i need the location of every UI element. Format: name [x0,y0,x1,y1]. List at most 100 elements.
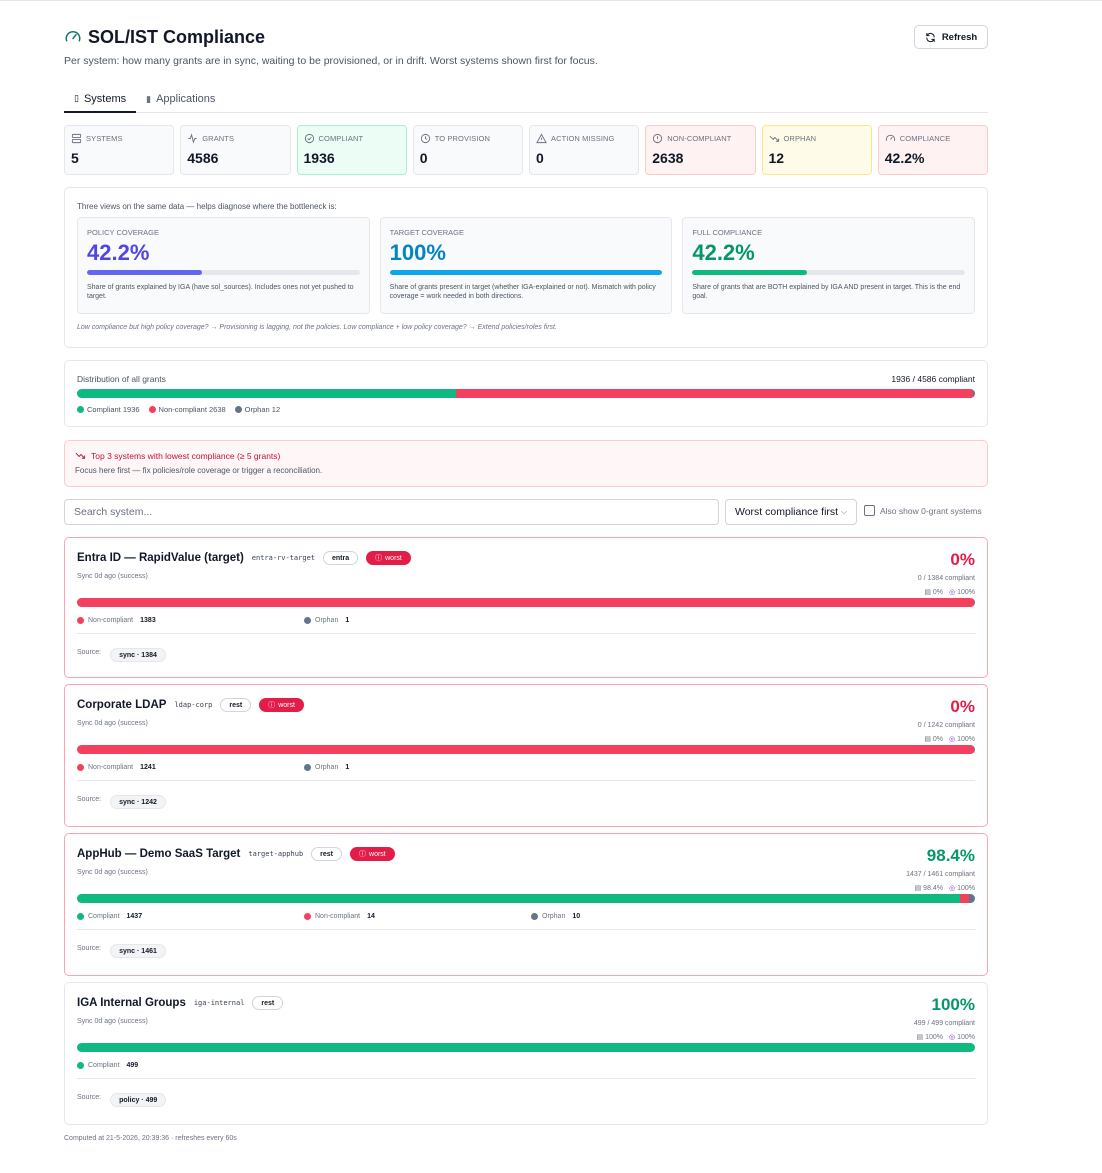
coverage-breakdown: ▤ 0% ◎ 100% [924,735,975,743]
legend-value: 10 [572,912,581,920]
clipboard-icon: ▤ [914,885,922,892]
tab-systems[interactable]: ▯ Systems [64,86,137,113]
divider [77,1078,975,1079]
system-code: ldap-corp [174,701,213,709]
system-compliance-pct: 98.4% [926,846,975,865]
alert-circle-icon: ⓘ [268,702,276,709]
compliant-dot [77,912,84,920]
alert-triangle-icon [536,133,547,144]
compliant-segment [77,1043,975,1052]
worst-label: worst [369,850,386,858]
show-zero-grant-toggle[interactable]: Also show 0-grant systems [864,505,982,516]
source-label: Source: [77,796,102,803]
stat-non-compliant: NON-COMPLIANT 2638 [645,125,756,175]
legend-value: 14 [367,912,375,920]
policy-coverage: ▤ 98.4% [915,884,943,892]
card-description: Share of grants explained by IGA (have s… [87,284,354,301]
system-card[interactable]: AppHub — Demo SaaS Target target-apphub … [64,833,988,976]
refresh-button[interactable]: Refresh [914,25,988,49]
stat-value: 12 [768,150,785,166]
computed-at-footer: Computed at 21-5-2026, 20:39:36 · refres… [64,1135,237,1142]
source-pill: sync · 1461 [110,944,166,958]
compliant-segment [77,894,961,903]
target-coverage: ◎ 100% [949,1033,975,1041]
tab-applications[interactable]: ▮ Applications [136,86,225,112]
legend-label: Compliant [88,912,120,920]
stat-systems: SYSTEMS 5 [64,125,175,175]
target-coverage: ◎ 100% [949,884,975,892]
worst-badge: ⓘ worst [366,551,411,565]
lowest-compliance-warning: Top 3 systems with lowest compliance (≥ … [64,440,988,487]
orphan-dot [234,406,242,413]
view-tabs: ▯ Systems ▮ Applications [64,86,988,113]
show-zero-grant-checkbox[interactable] [864,505,875,516]
stat-action-missing: ACTION MISSING 0 [529,125,640,175]
refresh-label: Refresh [941,31,978,43]
book-icon: ▮ [146,93,152,104]
system-code: target-apphub [248,850,304,858]
system-bar [77,894,975,903]
search-input[interactable] [64,499,719,525]
non-compliant-segment [960,894,969,903]
stat-compliance: COMPLIANCE 42.2% [877,125,988,175]
system-card[interactable]: IGA Internal Groups iga-internal rest Sy… [64,982,988,1125]
card-bar [87,270,360,275]
target-icon: ◎ [949,589,956,596]
card-value: 42.2% [87,240,150,265]
card-bar-fill [692,270,808,275]
system-bar [77,1043,975,1052]
system-type-badge: rest [311,847,343,861]
stat-grants: GRANTS 4586 [180,125,291,175]
alert-circle-icon [653,133,663,144]
views-intro: Three views on the same data — helps dia… [77,202,337,211]
worst-badge: ⓘ worst [350,847,395,861]
non-compliant-dot [148,406,156,413]
legend-orphan: Orphan 10 [531,910,758,922]
legend-label: Compliant 1936 [87,405,140,414]
divider [77,780,975,781]
title-row: SOL/IST Compliance [64,24,988,50]
system-name: Corporate LDAP [77,699,167,711]
gauge-icon [65,31,81,42]
non-compliant-dot [304,912,311,920]
legend-non-compliant: Non-compliant 2638 [148,405,226,414]
stat-label: ACTION MISSING [551,134,615,143]
server-icon: ▯ [74,93,79,103]
stat-label: ORPHAN [783,134,817,143]
legend-orphan: Orphan 12 [234,405,280,414]
refresh-icon [926,32,935,42]
system-legend: Non-compliant 1241 Orphan 1 [77,761,975,773]
orphan-segment [974,598,975,607]
target-pct: 100% [957,589,975,596]
stat-label: NON-COMPLIANT [667,134,732,143]
distribution-bar [77,389,975,398]
card-bar [692,270,966,275]
tab-label: Applications [156,93,216,105]
clipboard-icon: ▤ [916,1034,924,1041]
stat-value: 0 [419,150,428,166]
target-pct: 100% [957,885,975,892]
card-description: Share of grants present in target (wheth… [389,284,656,301]
system-card[interactable]: Corporate LDAP ldap-corp rest ⓘ worst Syn… [64,684,988,827]
legend-label: Non-compliant 2638 [158,405,226,414]
policy-coverage: ▤ 0% [924,735,943,743]
stat-label: COMPLIANT [318,134,364,143]
system-type-badge: entra [323,551,359,565]
system-bar [77,745,975,754]
legend-value: 1 [345,763,350,771]
compliant-segment [77,389,457,398]
sort-select[interactable]: Worst compliance first ⌵ [725,499,857,525]
system-code: iga-internal [193,999,245,1007]
coverage-breakdown: ▤ 98.4% ◎ 100% [915,884,975,892]
system-name: Entra ID — RapidValue (target) [77,552,244,564]
system-card[interactable]: Entra ID — RapidValue (target) entra-rv-… [64,537,988,678]
card-bar [389,270,663,275]
card-value: 42.2% [692,240,755,265]
card-label: FULL COMPLIANCE [692,228,763,237]
source-label: Source: [77,649,102,656]
card-bar-fill [389,270,663,275]
clock-icon [420,133,430,144]
policy-pct: 98.4% [923,885,944,892]
target-icon: ◎ [949,885,956,892]
policy-coverage: ▤ 100% [917,1033,943,1041]
